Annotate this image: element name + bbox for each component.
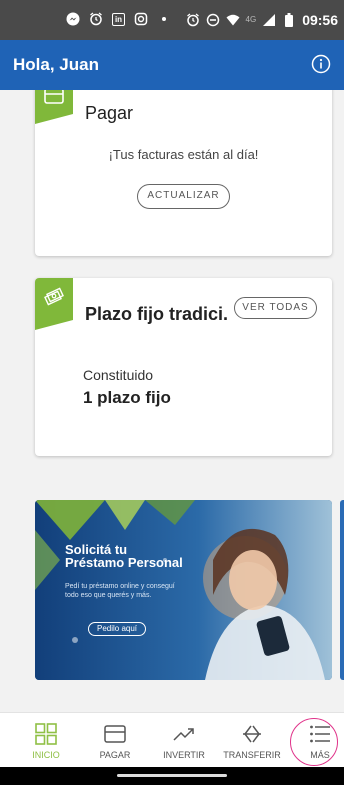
wifi-icon [226,13,240,27]
next-banner-peek[interactable] [340,500,344,680]
alarm-set-icon [186,13,200,27]
grid-icon [35,723,57,745]
banner-title: Solicitá tu Préstamo Personal [65,543,183,569]
nav-item-inicio[interactable]: INICIO [13,713,79,768]
greeting-title: Hola, Juan [13,55,99,74]
more-notifications-dot-icon [157,12,171,26]
see-all-button[interactable]: VER TODAS [234,297,317,319]
transfer-arrows-icon [243,725,261,743]
nav-item-pagar[interactable]: PAGAR [82,713,148,768]
messenger-icon [66,12,80,26]
personal-loan-banner[interactable]: Solicitá tu Préstamo Personal Pedí tu pr… [35,500,332,680]
app-bar: Hola, Juan [0,40,344,90]
battery-icon [282,13,296,27]
info-button[interactable] [311,54,331,74]
status-bar: in 4G 09:56 [0,0,344,40]
pay-status-message: ¡Tus facturas están al día! [108,147,259,162]
home-gesture-bar[interactable] [117,774,227,777]
card-icon [44,90,64,104]
highlight-ring [290,718,338,766]
notification-icons: in [66,12,171,26]
do-not-disturb-icon [206,13,220,27]
pay-card[interactable]: Pagar ¡Tus facturas están al día! ACTUAL… [35,90,332,256]
nav-label-transferir: TRANSFERIR [223,750,281,760]
fixed-term-card-tag [35,278,73,330]
request-loan-button[interactable]: Pedilo aquí [88,622,146,636]
nav-label-inicio: INICIO [32,750,60,760]
network-type-label: 4G [245,15,257,24]
update-button[interactable]: ACTUALIZAR [137,184,230,209]
banner-title-line-2: Préstamo Personal [65,555,183,570]
fixed-term-status-label: Constituido [83,367,154,383]
pay-card-title: Pagar [85,103,134,123]
fixed-term-title: Plazo fijo tradici... [85,304,227,324]
home-content[interactable]: Pagar ¡Tus facturas están al día! ACTUAL… [0,90,344,712]
banner-subtitle: Pedí tu préstamo online y conseguí todo … [65,583,175,599]
system-navigation-bar [0,767,344,785]
system-icons: 4G 09:56 [186,12,338,28]
fixed-term-card[interactable]: Plazo fijo tradici... VER TODAS Constitu… [35,278,332,456]
card-icon [104,725,126,743]
nav-label-invertir: INVERTIR [163,750,205,760]
alarm-icon [89,12,103,26]
nav-label-pagar: PAGAR [99,750,131,760]
signal-icon [262,13,276,27]
money-stack-icon [44,287,64,306]
clock: 09:56 [302,12,338,28]
pay-card-tag [35,90,73,124]
instagram-icon [134,12,148,26]
fixed-term-count: 1 plazo fijo [83,388,171,407]
info-icon [311,54,331,74]
linkedin-icon: in [112,12,125,26]
trend-up-icon [173,728,194,741]
nav-item-transferir[interactable]: TRANSFERIR [219,713,285,768]
nav-item-invertir[interactable]: INVERTIR [151,713,217,768]
